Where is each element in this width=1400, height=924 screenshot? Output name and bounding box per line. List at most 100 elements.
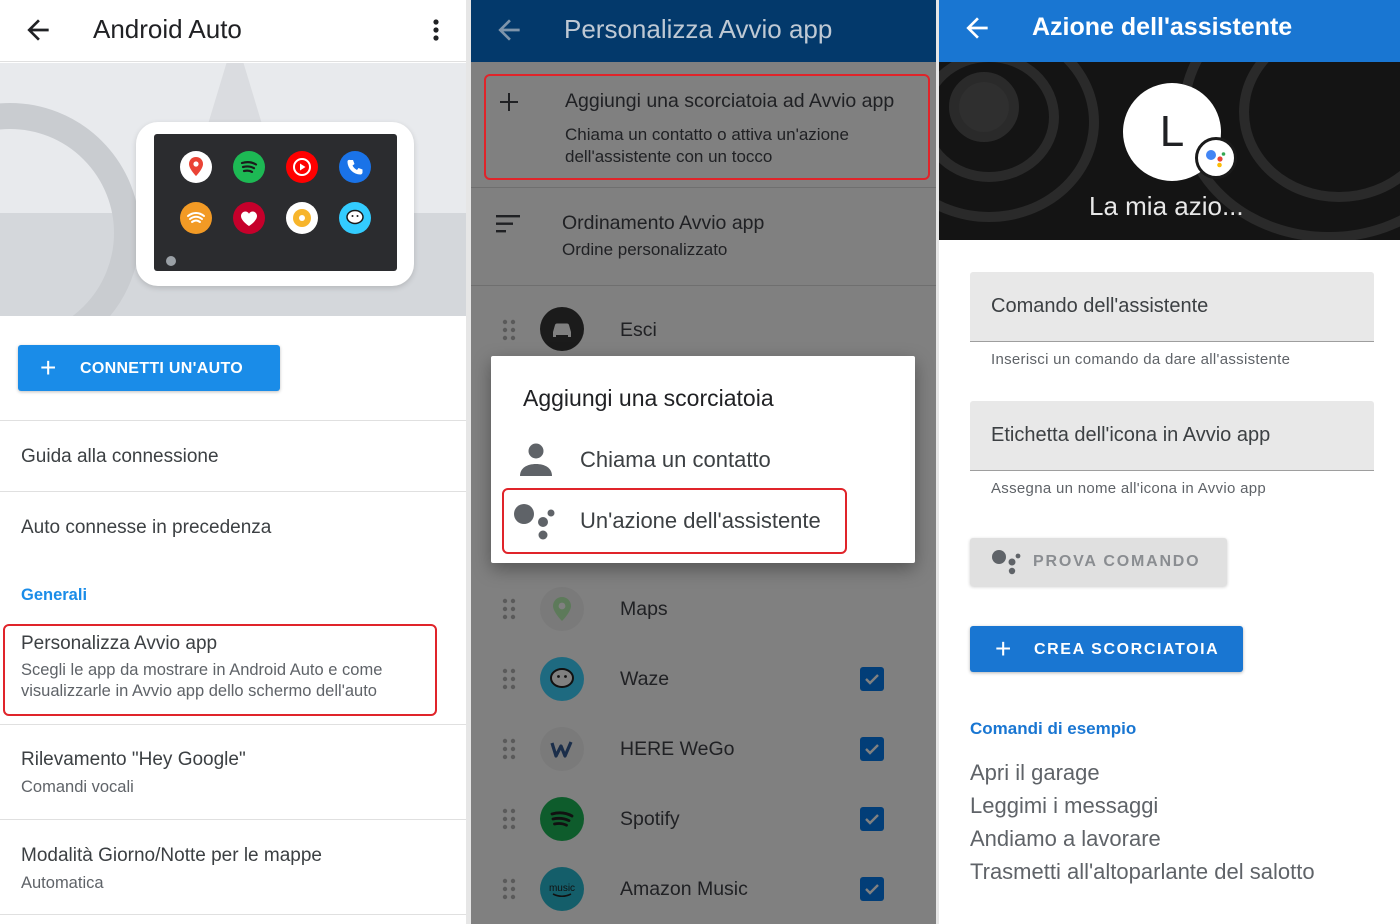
waze-app-icon [339, 202, 371, 234]
amazon-music-app-icon: music [540, 867, 584, 911]
google-assistant-icon [1206, 150, 1226, 168]
create-shortcut-button[interactable]: + CREA SCORCIATOIA [970, 626, 1243, 672]
add-icon: + [995, 633, 1012, 664]
drag-handle-icon[interactable] [502, 598, 516, 620]
app-row-waze[interactable]: Waze [471, 643, 936, 713]
svg-text:music: music [549, 883, 575, 894]
arrow-back-icon[interactable] [22, 14, 54, 46]
field-helper-text: Inserisci un comando da dare all'assiste… [991, 351, 1291, 368]
car-exit-icon [540, 307, 584, 351]
connect-car-label: CONNETTI UN'AUTO [80, 360, 243, 377]
sort-subtitle: Ordine personalizzato [562, 240, 728, 259]
drag-handle-icon[interactable] [502, 878, 516, 900]
example-command: Trasmetti all'altoparlante del salotto [970, 859, 1315, 884]
drag-handle-icon[interactable] [502, 738, 516, 760]
app-label: HERE WeGo [620, 738, 735, 760]
try-command-label: PROVA COMANDO [1033, 553, 1201, 570]
spotify-app-icon [540, 797, 584, 841]
more-vert-icon[interactable] [424, 14, 448, 46]
phone-app-icon [339, 151, 371, 183]
shortcut-name-preview: La mia azio... [1089, 191, 1244, 221]
app-label: Esci [620, 319, 657, 341]
launcher-indicator [166, 256, 176, 266]
checkbox-checked-icon[interactable] [860, 737, 884, 761]
app-row-exit[interactable]: Esci [471, 286, 936, 356]
list-item-label: Guida alla connessione [21, 446, 219, 467]
podcast-app-icon [286, 202, 318, 234]
car-display [154, 134, 397, 271]
app-label: Amazon Music [620, 878, 748, 900]
field-helper-text: Assegna un nome all'icona in Avvio app [991, 480, 1266, 497]
example-command: Leggimi i messaggi [970, 793, 1159, 818]
top-app-bar: Azione dell'assistente [939, 0, 1400, 62]
assistant-action-screen: Azione dell'assistente L La mia azio... … [939, 0, 1400, 924]
option-call-contact[interactable]: Chiama un contatto [491, 432, 915, 488]
list-divider [0, 914, 466, 924]
app-row-spotify[interactable]: Spotify [471, 783, 936, 853]
youtube-music-app-icon [286, 151, 318, 183]
maps-app-icon [540, 587, 584, 631]
page-title: Azione dell'assistente [1032, 13, 1293, 41]
list-item-connection-guide[interactable]: Guida alla connessione [0, 420, 466, 491]
iheartradio-app-icon [233, 202, 265, 234]
audible-app-icon [180, 202, 212, 234]
list-item-hey-google[interactable]: Rilevamento "Hey Google" Comandi vocali [0, 724, 466, 819]
customize-launcher-screen: Personalizza Avvio app Aggiungi una scor… [471, 0, 936, 924]
examples-header: Comandi di esempio [970, 719, 1137, 738]
list-item-subtitle: Comandi vocali [21, 778, 134, 796]
example-command: Apri il garage [970, 760, 1100, 785]
list-item-label: Rilevamento "Hey Google" [21, 749, 246, 770]
list-item-label: Auto connesse in precedenza [21, 517, 272, 538]
arrow-back-icon[interactable] [493, 14, 525, 46]
field-placeholder: Comando dell'assistente [991, 295, 1209, 317]
sort-title: Ordinamento Avvio app [562, 212, 765, 234]
page-title: Android Auto [93, 14, 242, 44]
checkbox-checked-icon[interactable] [860, 877, 884, 901]
app-label: Spotify [620, 808, 680, 830]
assistant-command-field[interactable]: Comando dell'assistente [970, 272, 1374, 342]
section-header-general: Generali [21, 586, 88, 604]
here-wego-app-icon [540, 727, 584, 771]
checkbox-checked-icon[interactable] [860, 667, 884, 691]
try-command-button[interactable]: PROVA COMANDO [970, 538, 1227, 586]
list-item-day-night[interactable]: Modalità Giorno/Notte per le mappe Autom… [0, 819, 466, 914]
list-item-label: Modalità Giorno/Notte per le mappe [21, 845, 322, 866]
app-row-maps[interactable]: Maps [471, 573, 936, 643]
drag-handle-icon[interactable] [502, 319, 516, 341]
steering-wheel-shape [0, 103, 140, 316]
google-assistant-icon [992, 550, 1021, 575]
spotify-app-icon [233, 151, 265, 183]
launcher-sort-item[interactable]: Ordinamento Avvio app Ordine personalizz… [471, 188, 936, 285]
sort-icon [496, 215, 520, 233]
list-item-previous-cars[interactable]: Auto connesse in precedenza [0, 491, 466, 562]
top-app-bar: Android Auto [0, 0, 466, 62]
android-auto-settings-screen: Android Auto + CONNETTI UN'AUTO Guida al… [0, 0, 466, 924]
page-title: Personalizza Avvio app [564, 14, 833, 44]
arrow-back-icon[interactable] [961, 12, 993, 44]
dialog-title: Aggiungi una scorciatoia [523, 385, 774, 411]
assistant-badge [1195, 137, 1237, 179]
top-app-bar: Personalizza Avvio app [471, 0, 936, 62]
app-row-amazon-music[interactable]: music Amazon Music [471, 853, 936, 924]
highlight-box [484, 74, 930, 180]
highlight-box [3, 624, 437, 716]
checkbox-checked-icon[interactable] [860, 807, 884, 831]
app-label: Waze [620, 668, 670, 690]
list-item-subtitle: Automatica [21, 874, 104, 892]
app-row-here-wego[interactable]: HERE WeGo [471, 713, 936, 783]
add-icon: + [40, 352, 57, 383]
icon-label-field[interactable]: Etichetta dell'icona in Avvio app [970, 401, 1374, 471]
example-command: Andiamo a lavorare [970, 826, 1161, 851]
option-label: Chiama un contatto [580, 447, 771, 472]
create-shortcut-label: CREA SCORCIATOIA [1034, 641, 1220, 658]
waze-app-icon [540, 657, 584, 701]
drag-handle-icon[interactable] [502, 668, 516, 690]
maps-app-icon [180, 151, 212, 183]
drag-handle-icon[interactable] [502, 808, 516, 830]
person-icon [520, 443, 552, 476]
connect-car-button[interactable]: + CONNETTI UN'AUTO [18, 345, 280, 391]
app-label: Maps [620, 598, 668, 620]
highlight-box [502, 488, 847, 554]
background-ring-shape [949, 72, 1019, 142]
field-placeholder: Etichetta dell'icona in Avvio app [991, 424, 1271, 446]
